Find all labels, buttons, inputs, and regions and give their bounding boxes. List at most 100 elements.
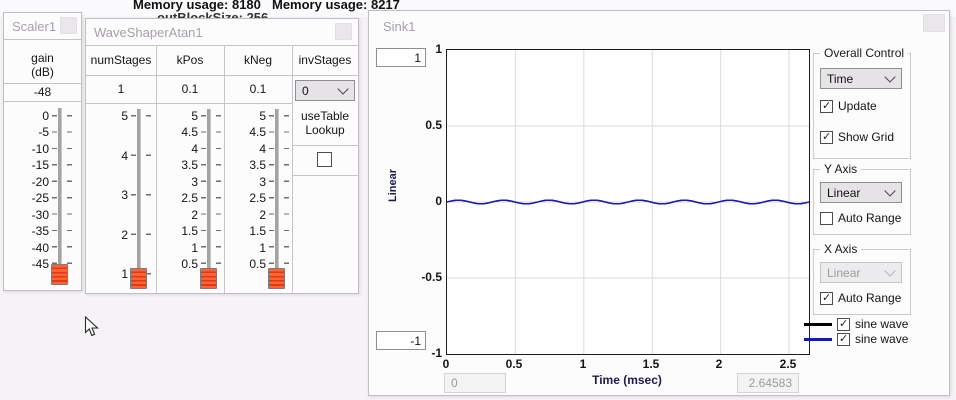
- slider-scale-label: 3.5: [226, 159, 266, 171]
- divider: [292, 145, 358, 146]
- waveform-plot[interactable]: [446, 49, 810, 355]
- y-auto-range-checkbox[interactable]: [820, 212, 833, 225]
- slider-ticks: [201, 110, 206, 270]
- kneg-slider-track[interactable]: [275, 109, 279, 287]
- gain-slider-scale: 0-5-10-15-20-25-30-35-40-45: [5, 110, 49, 270]
- slider-scale-label: -35: [5, 225, 49, 237]
- gain-slider-handle[interactable]: [51, 264, 68, 285]
- chevron-down-icon: [884, 265, 895, 276]
- legend-label: sine wave: [855, 332, 908, 346]
- x-axis-group-label: X Axis: [820, 242, 861, 256]
- slider-scale-label: 3: [88, 189, 128, 201]
- slider-scale-label: 2: [158, 209, 198, 221]
- kneg-slider-handle[interactable]: [268, 268, 285, 289]
- numstages-slider-track[interactable]: [137, 109, 141, 287]
- slider-scale-label: -5: [5, 126, 49, 138]
- slider-scale-label: 3: [158, 176, 198, 188]
- invstages-dropdown-value: 0: [302, 84, 309, 98]
- show-grid-checkbox-label: Show Grid: [838, 130, 894, 144]
- x-min-box[interactable]: 0: [444, 373, 506, 393]
- scaler-gain-value: -48: [4, 85, 81, 99]
- kpos-slider-handle[interactable]: [200, 268, 217, 289]
- x-axis-scale-dropdown[interactable]: Linear: [820, 262, 902, 283]
- slider-ticks: [269, 110, 274, 270]
- x-axis-dropdown-value: Linear: [827, 266, 860, 280]
- x-auto-range-checkbox[interactable]: [820, 292, 833, 305]
- legend-item: sine wave: [804, 332, 908, 346]
- slider-scale-label: -30: [5, 209, 49, 221]
- chevron-down-icon: [884, 71, 895, 82]
- slider-scale-label: 1.5: [226, 225, 266, 237]
- scaler-panel-title: Scaler1: [12, 19, 56, 34]
- slider-scale-label: 4: [226, 143, 266, 155]
- show-grid-checkbox-row[interactable]: Show Grid: [820, 130, 894, 144]
- sink-panel-title: Sink1: [383, 19, 416, 34]
- scaler-panel: Scaler1 gain (dB) -48 0-5-10-15-20-25-30…: [3, 12, 82, 291]
- slider-scale-label: 2.5: [226, 192, 266, 204]
- invstages-dropdown[interactable]: 0: [295, 80, 355, 101]
- legend-item: sine wave: [804, 317, 908, 331]
- kpos-slider-track[interactable]: [207, 109, 211, 287]
- y-tick-label: 1: [418, 42, 442, 56]
- slider-ticks: [216, 110, 221, 270]
- slider-scale-label: -20: [5, 176, 49, 188]
- slider-scale-label: 4.5: [226, 126, 266, 138]
- overall-control-group-label: Overall Control: [820, 46, 908, 60]
- update-checkbox[interactable]: [820, 100, 833, 113]
- time-scale-dropdown[interactable]: Time: [820, 68, 902, 89]
- divider: [86, 103, 292, 104]
- slider-scale-label: 3.5: [158, 159, 198, 171]
- column-header-kneg: kNeg: [224, 45, 292, 75]
- chevron-down-icon: [884, 185, 895, 196]
- slider-scale-label: 0: [5, 110, 49, 122]
- numstages-slider-handle[interactable]: [130, 268, 147, 289]
- show-grid-checkbox[interactable]: [820, 131, 833, 144]
- x-auto-range-row[interactable]: Auto Range: [820, 291, 901, 305]
- slider-scale-label: -10: [5, 143, 49, 155]
- x-max-box[interactable]: 2.64583: [737, 373, 799, 393]
- kneg-value: 0.1: [224, 75, 292, 103]
- scaler-param-name: gain: [4, 51, 81, 65]
- slider-ticks: [52, 110, 57, 270]
- divider: [292, 175, 358, 176]
- x-tick-label: 1.5: [631, 357, 671, 371]
- y-axis-scale-dropdown[interactable]: Linear: [820, 182, 902, 203]
- kpos-slider-scale: 54.543.532.521.510.5: [158, 110, 198, 270]
- numstages-value: 1: [86, 75, 156, 103]
- column-header-invstages: invStages: [292, 45, 358, 75]
- scaler-panel-menu-button[interactable]: [60, 17, 77, 34]
- scaler-param-unit: (dB): [4, 65, 81, 79]
- waveshaper-panel-title: WaveShaperAtan1: [94, 25, 203, 40]
- update-checkbox-row[interactable]: Update: [820, 99, 877, 113]
- divider: [4, 101, 81, 102]
- series-visibility-checkbox[interactable]: [837, 318, 850, 331]
- slider-scale-label: 5: [158, 110, 198, 122]
- y-tick-label: 0.5: [418, 118, 442, 132]
- y-axis-group-label: Y Axis: [820, 162, 861, 176]
- chevron-down-icon: [337, 83, 348, 94]
- waveshaper-panel-menu-button[interactable]: [335, 23, 352, 40]
- usetable-lookup-label: useTable Lookup: [292, 109, 358, 137]
- kneg-slider-scale: 54.543.532.521.510.5: [226, 110, 266, 270]
- y-auto-range-label: Auto Range: [838, 211, 901, 225]
- y-auto-range-row[interactable]: Auto Range: [820, 211, 901, 225]
- slider-ticks: [284, 110, 289, 270]
- slider-scale-label: 1: [88, 268, 128, 280]
- slider-scale-label: -40: [5, 242, 49, 254]
- x-tick-label: 2: [699, 357, 739, 371]
- series-visibility-checkbox[interactable]: [837, 333, 850, 346]
- waveform-plot-canvas: [447, 50, 809, 354]
- series-line-swatch: [804, 323, 832, 326]
- time-scale-dropdown-value: Time: [827, 72, 853, 86]
- sink-panel-menu-button[interactable]: [923, 14, 945, 32]
- slider-scale-label: 1: [226, 242, 266, 254]
- slider-ticks: [67, 110, 72, 270]
- slider-scale-label: 1.5: [158, 225, 198, 237]
- slider-ticks: [131, 110, 136, 280]
- slider-scale-label: 0.5: [158, 258, 198, 270]
- waveshaper-panel: WaveShaperAtan1 numStages kPos kNeg invS…: [85, 18, 359, 294]
- slider-scale-label: 3: [226, 176, 266, 188]
- gain-slider-track[interactable]: [58, 108, 62, 284]
- divider: [4, 39, 81, 40]
- usetable-lookup-checkbox[interactable]: [317, 152, 332, 167]
